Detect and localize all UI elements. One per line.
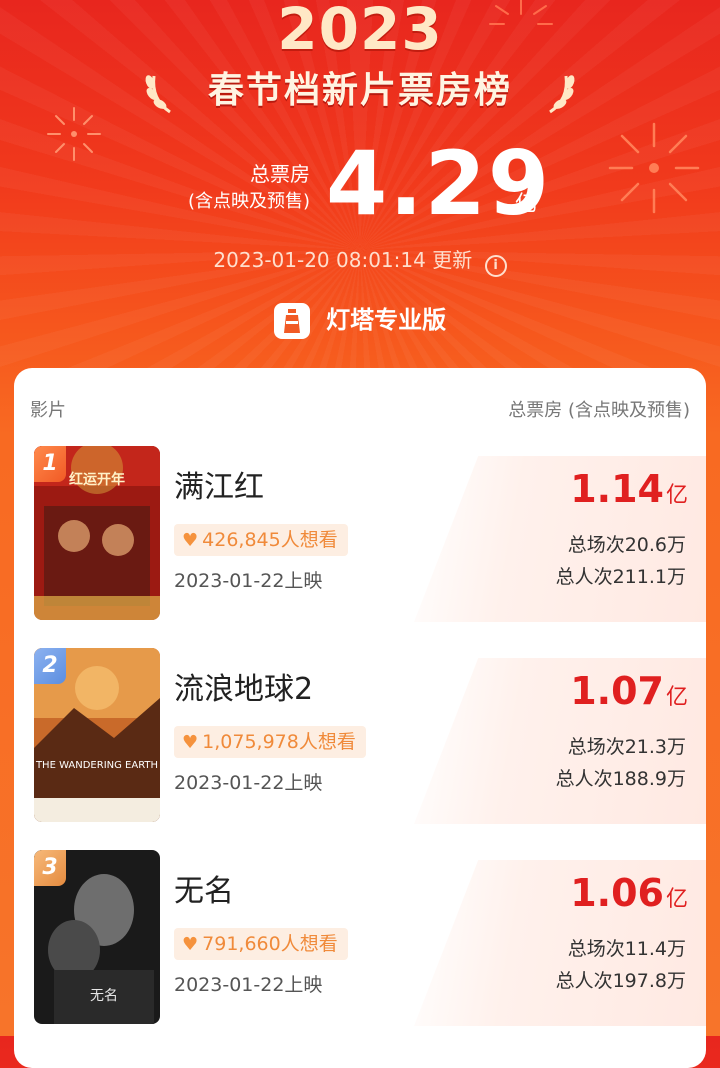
total-attendance: 总人次188.9万	[555, 768, 686, 790]
column-header-total: 总票房 (含点映及预售)	[508, 400, 690, 421]
total-label-subtext: (含点映及预售)	[187, 191, 310, 212]
firework-icon	[608, 122, 700, 214]
total-box-office-unit: 亿	[515, 192, 538, 217]
release-date: 2023-01-22上映	[174, 570, 323, 592]
total-shows: 总场次11.4万	[567, 938, 686, 960]
year-title: 2023	[277, 0, 443, 63]
gross-value: 1.07	[570, 669, 664, 713]
want-count: 1,075,978人想看	[202, 731, 356, 753]
movie-gross: 1.14亿	[570, 464, 688, 514]
want-count: 791,660人想看	[202, 933, 338, 955]
movie-gross: 1.07亿	[570, 666, 688, 716]
total-box-office-label: 总票房 (含点映及预售)	[150, 160, 310, 216]
heart-icon: ♥	[182, 530, 199, 551]
want-count: 426,845人想看	[202, 529, 338, 551]
release-date: 2023-01-22上映	[174, 974, 323, 996]
total-box-office-value: 4.29	[326, 132, 552, 235]
movie-poster[interactable]: THE WANDERING EARTH 2	[34, 648, 160, 822]
update-time-row: 2023-01-20 08:01:14 更新 i	[0, 246, 720, 277]
total-attendance: 总人次197.8万	[555, 970, 686, 992]
gross-unit: 亿	[665, 887, 688, 912]
total-attendance: 总人次211.1万	[555, 566, 686, 588]
update-label: 更新	[432, 248, 473, 272]
header-banner: 2023 春节档新片票房榜 总票房 (含点映及预售) 4.29 亿 2023-0…	[0, 0, 720, 370]
movie-row[interactable]: 红运开年 1 满江红 ♥ 426,845人想看 2023-01-22上映 1.14…	[14, 446, 706, 626]
gross-value: 1.14	[570, 467, 664, 511]
movie-name[interactable]: 无名	[174, 872, 234, 912]
box-office-list-card: 影片 总票房 (含点映及预售) 红运开年 1 满江红 ♥ 426,845人想看 2…	[14, 368, 706, 1068]
release-date: 2023-01-22上映	[174, 772, 323, 794]
brand-name: 灯塔专业版	[326, 306, 447, 334]
lighthouse-logo-icon	[273, 303, 310, 339]
rank-badge: 2	[34, 648, 66, 684]
rank-badge: 3	[34, 850, 66, 886]
movie-name[interactable]: 满江红	[174, 468, 264, 508]
page-title: 春节档新片票房榜	[207, 70, 512, 111]
movie-poster[interactable]: 红运开年 1	[34, 446, 160, 620]
total-label-text: 总票房	[250, 162, 310, 186]
movie-poster[interactable]: 无名 3	[34, 850, 160, 1024]
poster-caption: THE WANDERING EARTH	[35, 760, 158, 771]
brand-row: 灯塔专业版	[0, 300, 720, 340]
info-icon[interactable]: i	[484, 255, 507, 277]
rank-badge: 1	[34, 446, 66, 482]
poster-caption: 无名	[90, 988, 118, 1004]
poster-caption: 红运开年	[69, 471, 125, 488]
gross-unit: 亿	[665, 685, 688, 710]
column-header-film: 影片	[30, 400, 66, 421]
want-count-badge: ♥ 426,845人想看	[174, 524, 348, 556]
total-shows: 总场次21.3万	[567, 736, 686, 758]
movie-name[interactable]: 流浪地球2	[174, 670, 313, 710]
want-count-badge: ♥ 1,075,978人想看	[174, 726, 366, 758]
heart-icon: ♥	[182, 732, 199, 753]
gross-unit: 亿	[665, 483, 688, 508]
movie-gross: 1.06亿	[570, 868, 688, 918]
gross-value: 1.06	[570, 871, 664, 915]
update-time: 2023-01-20 08:01:14	[213, 248, 426, 272]
laurel-right-icon	[549, 75, 575, 114]
movie-row[interactable]: THE WANDERING EARTH 2 流浪地球2 ♥ 1,075,978人想…	[14, 648, 706, 828]
total-shows: 总场次20.6万	[567, 534, 686, 556]
heart-icon: ♥	[182, 934, 199, 955]
want-count-badge: ♥ 791,660人想看	[174, 928, 348, 960]
movie-row[interactable]: 无名 3 无名 ♥ 791,660人想看 2023-01-22上映 1.06亿 总…	[14, 850, 706, 1030]
